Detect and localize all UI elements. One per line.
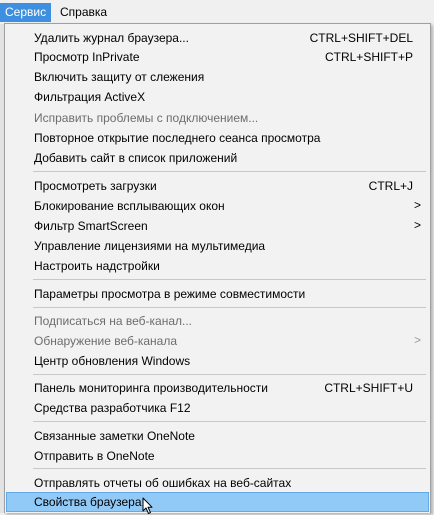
menu-item-dev-tools[interactable]: Средства разработчика F12: [6, 398, 429, 418]
menu-separator: [33, 468, 426, 469]
menu-item-shortcut: CTRL+SHIFT+DEL: [309, 31, 413, 45]
menu-separator: [33, 279, 426, 280]
menu-item-label: Обнаружение веб-канала: [34, 334, 178, 348]
menu-separator: [33, 421, 426, 422]
menubar-help[interactable]: Справка: [55, 3, 112, 22]
menu-item-label: Панель мониторинга производительности: [34, 381, 268, 395]
menu-item-windows-update[interactable]: Центр обновления Windows: [6, 351, 429, 371]
menu-item-popup-blocker[interactable]: Блокирование всплывающих окон >: [6, 196, 429, 216]
menu-item-label: Свойства браузера: [34, 495, 142, 509]
menu-item-label: Настроить надстройки: [34, 259, 160, 273]
menu-item-label: Просмотр InPrivate: [34, 50, 140, 64]
menu-item-label: Центр обновления Windows: [34, 354, 191, 368]
menu-item-label: Параметры просмотра в режиме совместимос…: [34, 287, 306, 301]
service-dropdown-menu: Удалить журнал браузера... CTRL+SHIFT+DE…: [4, 23, 431, 513]
mouse-pointer-icon: [142, 497, 153, 514]
menu-item-fix-connection: Исправить проблемы с подключением...: [6, 108, 429, 128]
menu-item-label: Средства разработчика F12: [34, 401, 191, 415]
menu-item-label: Отправить в OneNote: [34, 449, 155, 463]
menu-item-manage-addons[interactable]: Настроить надстройки: [6, 256, 429, 276]
menu-separator: [33, 307, 426, 308]
menu-item-reopen-session[interactable]: Повторное открытие последнего сеанса про…: [6, 128, 429, 148]
menubar-service[interactable]: Сервис: [0, 3, 52, 22]
menu-item-view-downloads[interactable]: Просмотреть загрузки CTRL+J: [6, 176, 429, 196]
menu-item-shortcut: CTRL+SHIFT+P: [324, 50, 413, 64]
menu-item-report-problems[interactable]: Отправлять отчеты об ошибках на веб-сайт…: [6, 473, 429, 493]
menu-item-label: Управление лицензиями на мультимедиа: [34, 239, 266, 253]
chevron-right-icon: >: [413, 218, 421, 232]
menu-item-label: Включить защиту от слежения: [34, 70, 205, 84]
menu-item-perf-dashboard[interactable]: Панель мониторинга производительности CT…: [6, 378, 429, 398]
menu-item-shortcut: CTRL+SHIFT+U: [324, 381, 413, 395]
menu-item-label: Удалить журнал браузера...: [34, 31, 189, 45]
menu-bar: Сервис Справка: [0, 0, 434, 24]
menu-item-label: Просмотреть загрузки: [34, 179, 157, 193]
menu-item-smartscreen[interactable]: Фильтр SmartScreen >: [6, 216, 429, 236]
menu-item-onenote-linked[interactable]: Связанные заметки OneNote: [6, 426, 429, 446]
menu-item-label: Фильтр SmartScreen: [34, 219, 148, 233]
menu-item-label: Блокирование всплывающих окон: [34, 199, 225, 213]
menu-item-label: Связанные заметки OneNote: [34, 429, 195, 443]
menu-item-label: Подписаться на веб-канал...: [34, 314, 193, 328]
menu-item-label: Отправлять отчеты об ошибках на веб-сайт…: [34, 476, 292, 490]
menu-item-send-onenote[interactable]: Отправить в OneNote: [6, 446, 429, 466]
chevron-right-icon: >: [413, 333, 421, 347]
menu-separator: [33, 374, 426, 375]
menu-item-label: Добавить сайт в список приложений: [34, 151, 238, 165]
menu-item-delete-history[interactable]: Удалить журнал браузера... CTRL+SHIFT+DE…: [6, 28, 429, 48]
menu-item-internet-options[interactable]: Свойства браузера: [6, 492, 429, 512]
menu-item-subscribe-feed: Подписаться на веб-канал...: [6, 311, 429, 331]
menu-item-label: Исправить проблемы с подключением...: [34, 111, 259, 125]
menu-item-compat-view[interactable]: Параметры просмотра в режиме совместимос…: [6, 284, 429, 304]
menu-item-feed-discovery: Обнаружение веб-канала >: [6, 331, 429, 351]
menu-item-inprivate[interactable]: Просмотр InPrivate CTRL+SHIFT+P: [6, 47, 429, 67]
menu-item-label: Фильтрация ActiveX: [34, 90, 146, 104]
menu-item-shortcut: CTRL+J: [368, 179, 413, 193]
chevron-right-icon: >: [413, 198, 421, 212]
menu-item-activex-filtering[interactable]: Фильтрация ActiveX: [6, 87, 429, 107]
menu-separator: [33, 171, 426, 172]
menu-item-tracking-protection[interactable]: Включить защиту от слежения: [6, 67, 429, 87]
menu-item-media-licenses[interactable]: Управление лицензиями на мультимедиа: [6, 236, 429, 256]
menu-item-label: Повторное открытие последнего сеанса про…: [34, 131, 321, 145]
menu-item-add-site-apps[interactable]: Добавить сайт в список приложений: [6, 148, 429, 168]
